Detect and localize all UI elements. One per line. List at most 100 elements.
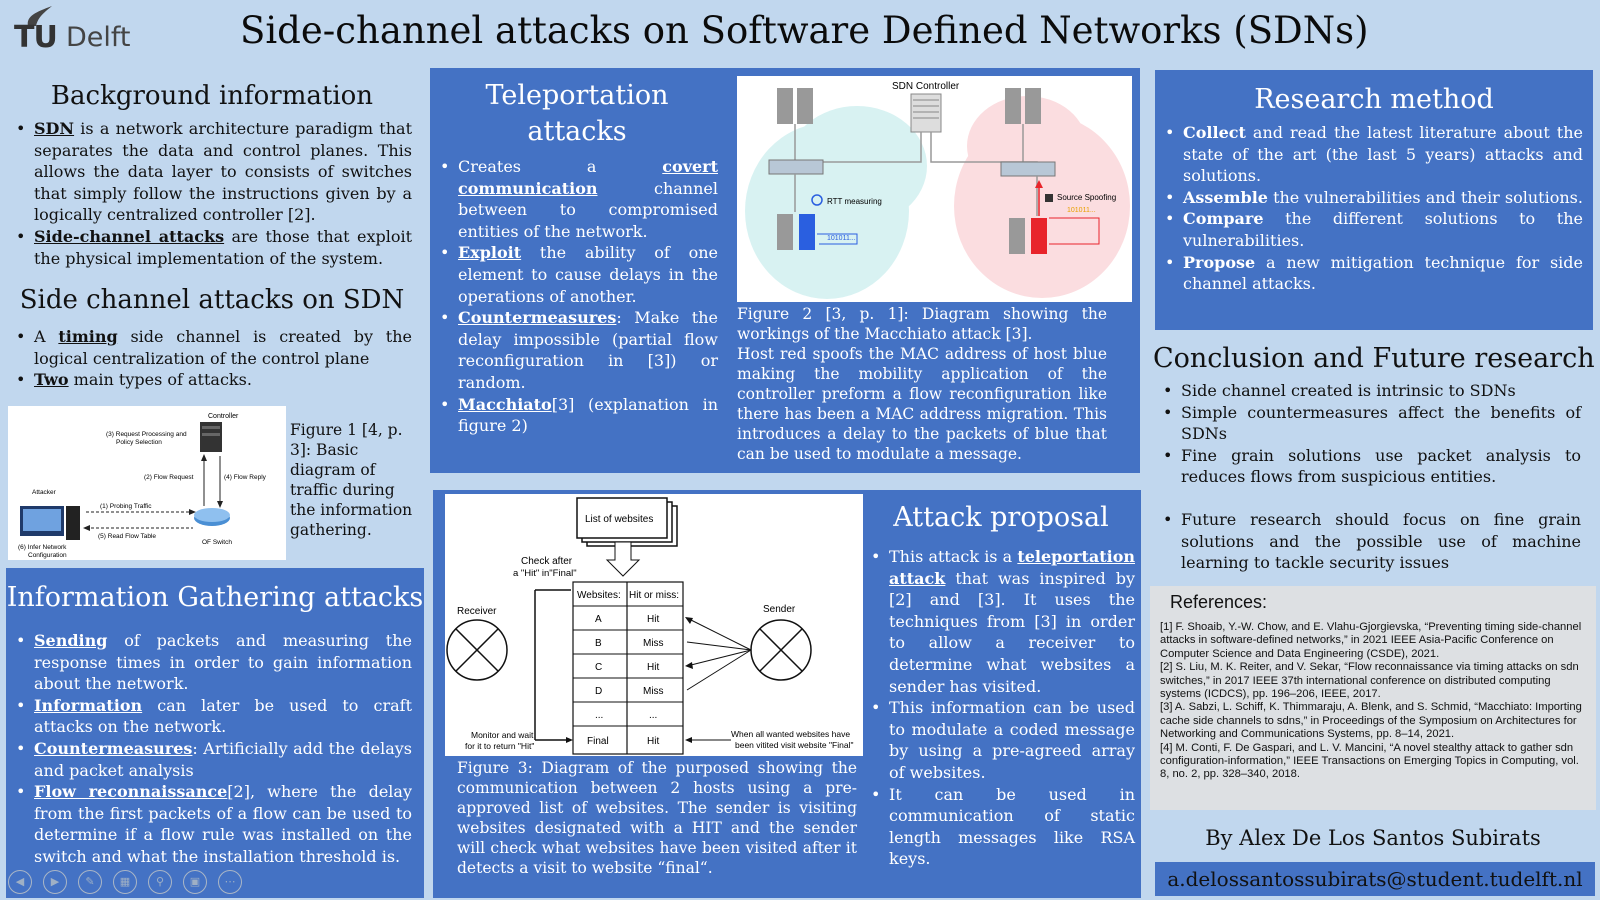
logo-tu: TU (14, 20, 58, 55)
pen-icon[interactable]: ✎ (78, 870, 102, 894)
information-gathering-heading: Information Gathering attacks (6, 582, 424, 613)
svg-text:Websites:: Websites: (577, 590, 621, 601)
svg-text:SDN Controller: SDN Controller (892, 81, 960, 92)
svg-text:(6) Infer Network: (6) Infer Network (18, 544, 67, 551)
svg-text:Hit: Hit (647, 736, 659, 747)
attack-bullet-1: This attack is a teleportation attack th… (867, 546, 1135, 697)
research-bullet-2: Assemble the vulnerabilities and their s… (1161, 187, 1583, 209)
tudelft-logo: TU Delft (14, 6, 144, 56)
figure-2-caption-body: Host red spoofs the MAC address of host … (737, 345, 1107, 463)
teleport-bullet-2: Exploit the ability of one element to ca… (436, 242, 718, 307)
svg-text:101011...: 101011... (1067, 207, 1096, 214)
svg-text:Hit: Hit (647, 662, 659, 673)
figure-2-caption: Figure 2 [3, p. 1]: Diagram showing the … (737, 304, 1107, 464)
svg-text:OF Switch: OF Switch (202, 539, 232, 546)
spoof-icon (1045, 194, 1053, 202)
information-gathering-panel: Information Gathering attacks Sending of… (6, 568, 424, 898)
svg-text:a "Hit" in"Final": a "Hit" in"Final" (513, 568, 577, 579)
screen-icon[interactable]: ▣ (183, 870, 207, 894)
info-bullet-4: Flow reconnaissance[2], where the delay … (12, 781, 412, 867)
reference-list: [1] F. Shoaib, Y.-W. Chow, and E. Vlahu-… (1160, 621, 1586, 782)
svg-text:(1) Probing Traffic: (1) Probing Traffic (100, 503, 152, 510)
figure-1-caption: Figure 1 [4, p. 3]: Basic diagram of tra… (290, 421, 413, 539)
references-heading: References: (1170, 592, 1268, 612)
more-options-icon[interactable]: ⋯ (218, 870, 242, 894)
conclusion-bullet-3: Fine grain solutions use packet analysis… (1159, 445, 1581, 488)
website-table: Websites: Hit or miss: A Hit B Miss C Hit D… (572, 581, 684, 755)
attack-bullet-3: It can be used in communication of stati… (867, 784, 1135, 870)
logo-delft: Delft (66, 22, 131, 53)
research-bullet-4: Propose a new mitigation technique for s… (1161, 252, 1583, 295)
info-bullet-1: Sending of packets and measuring the res… (12, 630, 412, 695)
figure-3-diagram: List of websites Check after a "Hit" in"… (446, 497, 853, 755)
switch-icon (1000, 161, 1056, 177)
svg-text:Controller: Controller (208, 413, 239, 420)
figure-2: SDN Controller RTT measuring 101011... S… (737, 76, 1132, 302)
svg-text:Source Spoofing: Source Spoofing (1057, 193, 1116, 202)
svg-text:(5) Read Flow Table: (5) Read Flow Table (98, 533, 156, 540)
svg-text:When all wanted websites have: When all wanted websites have (731, 729, 850, 739)
figure-2-diagram: SDN Controller RTT measuring 101011... S… (745, 81, 1130, 299)
reference-4: [4] M. Conti, F. De Gaspari, and L. V. M… (1160, 741, 1579, 781)
attack-proposal-heading: Attack proposal (893, 502, 1109, 533)
teleportation-panel: Teleportation attacks Creates a covert c… (430, 68, 1140, 473)
svg-text:B: B (595, 638, 602, 649)
author-email[interactable]: a.delossantossubirats@student.tudelft.nl (1155, 862, 1595, 896)
figure-1: Controller (3) Request Processing and Po… (8, 406, 286, 560)
svg-text:Receiver: Receiver (457, 606, 497, 617)
teleport-bullet-3: Countermeasures: Make the delay impossib… (436, 307, 718, 393)
svg-text:Hit: Hit (647, 614, 659, 625)
svg-text:List of websites: List of websites (585, 514, 653, 525)
research-method-heading: Research method (1254, 84, 1494, 115)
research-bullet-1: Collect and read the latest literature a… (1161, 122, 1583, 187)
blue-host (799, 214, 815, 250)
svg-text:Attacker: Attacker (32, 489, 57, 496)
svg-text:D: D (595, 686, 602, 697)
svg-text:Monitor and wait: Monitor and wait (471, 730, 534, 740)
svg-text:for it to return "Hit": for it to return "Hit" (465, 741, 534, 751)
side-channel-section: Side channel attacks on SDN A timing sid… (12, 282, 412, 391)
svg-text:C: C (595, 662, 602, 673)
author-name: By Alex De Los Santos Subirats (1205, 826, 1541, 850)
svg-text:Miss: Miss (643, 686, 664, 697)
attack-bullet-2: This information can be used to modulate… (867, 697, 1135, 783)
figure-2-caption-title: Figure 2 [3, p. 1]: Diagram showing the … (737, 305, 1107, 343)
pc-tower-icon (66, 506, 80, 540)
svg-text:Miss: Miss (643, 638, 664, 649)
research-bullet-3: Compare the different solutions to the v… (1161, 208, 1583, 251)
slides-grid-icon[interactable]: ▦ (113, 870, 137, 894)
teleport-bullet-1: Creates a covert communication channel b… (436, 156, 718, 242)
svg-text:(4) Flow Reply: (4) Flow Reply (224, 474, 267, 481)
teleportation-heading-line-1: Teleportation (485, 80, 669, 111)
info-bullet-2: Information can later be used to craft a… (12, 695, 412, 738)
references-box: References: [1] F. Shoaib, Y.-W. Chow, a… (1150, 586, 1596, 810)
reference-1: [1] F. Shoaib, Y.-W. Chow, and E. Vlahu-… (1160, 621, 1582, 660)
svg-text:...: ... (649, 710, 657, 721)
poster-title: Side-channel attacks on Software Defined… (240, 9, 1369, 52)
reference-3: [3] A. Sabzi, L. Schiff, K. Thimmaraju, … (1160, 701, 1582, 741)
conclusion-section: Conclusion and Future research Side chan… (1153, 340, 1595, 574)
background-section: Background information SDN is a network … (12, 78, 412, 269)
reference-2: [2] S. Liu, M. K. Reiter, and V. Sekar, … (1160, 661, 1579, 701)
background-heading: Background information (50, 81, 374, 111)
slideshow-controls: ◀ ▶ ✎ ▦ ⚲ ▣ ⋯ (8, 870, 253, 894)
conclusion-heading: Conclusion and Future research (1153, 343, 1595, 374)
svg-text:(3) Request Processing and: (3) Request Processing and (106, 431, 187, 438)
conclusion-bullet-2: Simple countermeasures affect the benefi… (1159, 402, 1581, 445)
attack-proposal-panel: List of websites Check after a "Hit" in"… (433, 490, 1141, 898)
svg-text:A: A (595, 614, 602, 625)
teleport-bullet-4: Macchiato[3] (explanation in figure 2) (436, 394, 718, 437)
side-channel-bullet-1: A timing side channel is created by the … (12, 326, 412, 369)
svg-text:been vitited visit website "Fi: been vitited visit website "Final" (735, 740, 853, 750)
svg-text:Sender: Sender (763, 604, 796, 615)
svg-text:Configuration: Configuration (28, 552, 67, 559)
conclusion-bullet-4: Future research should focus on fine gra… (1159, 509, 1581, 574)
switch-icon (768, 159, 824, 175)
svg-text:Final: Final (587, 736, 609, 747)
svg-text:Check after: Check after (521, 556, 573, 567)
next-slide-icon[interactable]: ▶ (43, 870, 67, 894)
previous-slide-icon[interactable]: ◀ (8, 870, 32, 894)
research-method-panel: Research method Collect and read the lat… (1155, 70, 1593, 330)
figure-3: List of websites Check after a "Hit" in"… (445, 494, 863, 756)
zoom-icon[interactable]: ⚲ (148, 870, 172, 894)
